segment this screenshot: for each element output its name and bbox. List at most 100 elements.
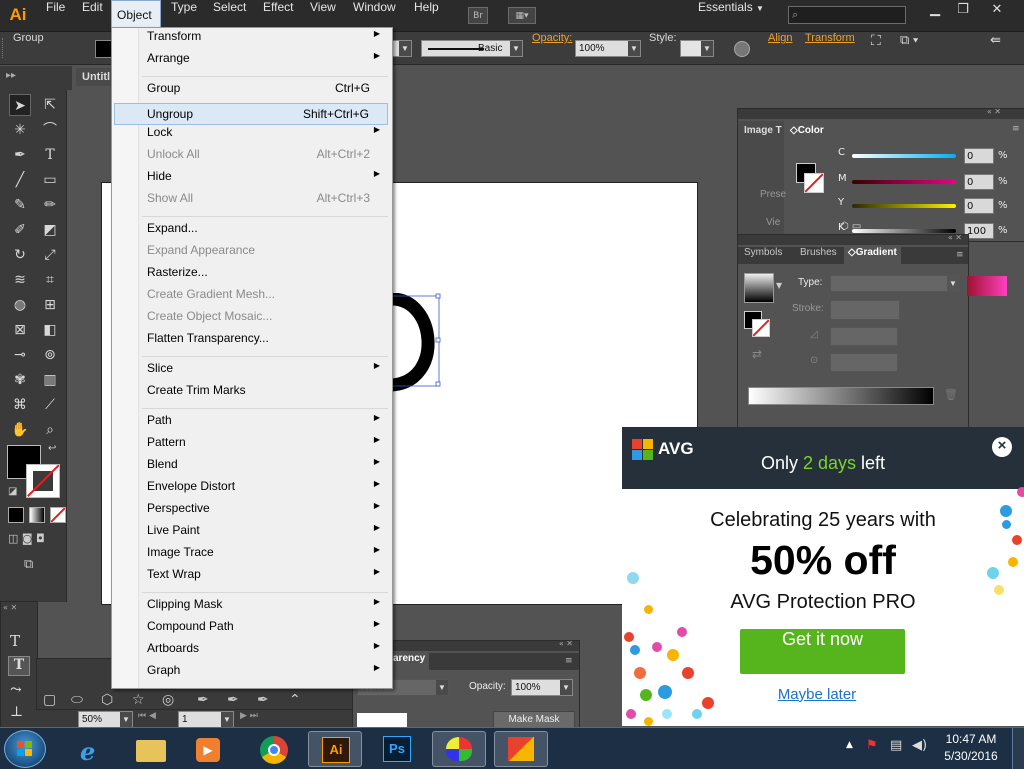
opacity-link[interactable]: Opacity: — [532, 32, 572, 44]
blob-brush-tool-icon[interactable]: ✐ — [9, 219, 31, 241]
menu-item-blend[interactable]: Blend ▶ — [114, 457, 388, 479]
rounded-rectangle-tool-icon[interactable]: ▢ — [43, 692, 56, 708]
gradient-mode-icon[interactable] — [29, 507, 45, 523]
menu-item-perspective[interactable]: Perspective ▶ — [114, 501, 388, 523]
show-hidden-icons[interactable]: ▲ — [846, 740, 853, 750]
blend-tool-icon[interactable]: ⊚ — [39, 344, 61, 366]
hand-tool-icon[interactable]: ✋ — [9, 419, 31, 441]
menu-item-artboards[interactable]: Artboards ▶ — [114, 641, 388, 663]
gradient-thumbnail[interactable] — [744, 273, 774, 303]
opacity-field[interactable]: 100% ▼ — [575, 40, 641, 57]
color-stroke-swatch[interactable] — [804, 173, 824, 193]
rectangle-tool-icon[interactable]: ▭ — [39, 169, 61, 191]
help-search-input[interactable]: ⌕ — [788, 6, 906, 24]
selection-tool-icon[interactable]: ➤ — [9, 94, 31, 116]
direct-selection-tool-icon[interactable]: ⇱ — [39, 94, 61, 116]
artboard-first-prev-icon[interactable]: ⏮ ◀ — [138, 711, 156, 721]
restore-button[interactable]: ❐ — [948, 0, 978, 20]
area-type-tool-icon[interactable]: T — [10, 632, 20, 650]
clock-time[interactable]: 10:47 AM — [936, 732, 1006, 746]
eyedropper-tool-icon[interactable]: ⊸ — [9, 344, 31, 366]
color-panel-tab[interactable]: ◇Color — [786, 123, 826, 138]
bridge-button[interactable]: Br — [468, 7, 488, 24]
clock-date[interactable]: 5/30/2016 — [936, 749, 1006, 763]
magic-wand-tool-icon[interactable]: ✳ — [9, 119, 31, 141]
transform-options-icon[interactable]: ⧉ ▾ — [900, 32, 918, 48]
gradient-panel-menu-icon[interactable]: ≡ — [956, 250, 964, 260]
menu-item-graph[interactable]: Graph ▶ — [114, 663, 388, 685]
add-anchor-point-icon[interactable]: ✒ — [227, 692, 239, 708]
menu-item-transform[interactable]: Transform ▶ — [114, 29, 388, 51]
network-icon[interactable]: ▤ — [890, 738, 902, 753]
channel-m-slider[interactable] — [852, 180, 956, 184]
drawing-modes-icon[interactable]: ◫ ◙ ◘ — [8, 532, 45, 545]
avg-taskbar-icon[interactable] — [494, 731, 548, 767]
menu-item-group[interactable]: Group Ctrl+G — [114, 81, 388, 103]
start-button[interactable] — [4, 730, 46, 768]
menu-item-hide[interactable]: Hide ▶ — [114, 169, 388, 191]
file-explorer-icon[interactable] — [124, 731, 178, 767]
internet-explorer-icon[interactable]: e — [66, 731, 120, 767]
type-on-path-tool-icon[interactable]: T — [8, 656, 30, 676]
menu-item-pattern[interactable]: Pattern ▶ — [114, 435, 388, 457]
gradient-angle-field[interactable] — [830, 327, 898, 346]
photoshop-taskbar-icon[interactable]: Ps — [370, 731, 424, 767]
menu-file[interactable]: File — [41, 0, 70, 31]
pen-add-anchor-icon[interactable]: ✒ — [197, 692, 209, 708]
menu-item-create-trim-marks[interactable]: Create Trim Marks — [114, 383, 388, 405]
get-it-now-button[interactable]: Get it now — [740, 629, 905, 674]
free-transform-tool-icon[interactable]: ⌗ — [39, 269, 61, 291]
gradient-presets-icon[interactable]: ▼ — [776, 281, 782, 290]
rotate-tool-icon[interactable]: ↻ — [9, 244, 31, 266]
color-panel-menu-icon[interactable]: ≡ — [1012, 124, 1020, 134]
shape-builder-tool-icon[interactable]: ◍ — [9, 294, 31, 316]
media-player-icon[interactable]: ▶ — [182, 731, 236, 767]
eraser-tool-icon[interactable]: ◩ — [39, 219, 61, 241]
line-tool-icon[interactable]: ╱ — [9, 169, 31, 191]
menu-item-ungroup[interactable]: Ungroup Shift+Ctrl+G — [114, 103, 388, 125]
polygon-tool-icon[interactable]: ⬡ — [101, 692, 113, 708]
close-window-button[interactable]: ✕ — [982, 0, 1012, 20]
action-center-flag-icon[interactable]: ⚑ — [866, 738, 878, 753]
color-spectrum-strip[interactable] — [967, 276, 1007, 296]
avg-close-button[interactable]: × — [992, 437, 1012, 457]
column-graph-tool-icon[interactable]: ▥ — [39, 369, 61, 391]
arrange-documents-icon[interactable]: ▦▾ — [508, 7, 536, 24]
isolate-group-icon[interactable]: ⛶ — [871, 32, 881, 49]
channel-y-field[interactable]: 0 — [964, 198, 994, 214]
menu-item-path[interactable]: Path ▶ — [114, 413, 388, 435]
star-tool-icon[interactable]: ☆ — [132, 692, 145, 708]
perspective-grid-tool-icon[interactable]: ⊞ — [39, 294, 61, 316]
maybe-later-link[interactable]: Maybe later — [622, 686, 1012, 703]
zoom-tool-icon[interactable]: ⌕ — [39, 419, 61, 441]
delete-anchor-point-icon[interactable]: ✒ — [257, 692, 269, 708]
collapse-icon[interactable]: « ✕ — [3, 603, 17, 612]
lasso-tool-icon[interactable]: ⌒ — [39, 119, 61, 141]
menu-item-live-paint[interactable]: Live Paint ▶ — [114, 523, 388, 545]
type-tool-icon[interactable]: T — [39, 144, 61, 166]
volume-icon[interactable]: ◀) — [912, 738, 927, 753]
recolor-artwork-icon[interactable] — [734, 41, 750, 57]
tab-symbols[interactable]: Symbols — [740, 247, 786, 264]
paintbrush-tool-icon[interactable]: ✎ — [9, 194, 31, 216]
variable-width-profile[interactable]: Basic ▼ — [421, 40, 523, 57]
artboard-next-last-icon[interactable]: ▶ ⏭ — [240, 711, 258, 721]
gradient-stroke-swatch[interactable] — [752, 319, 770, 337]
tab-gradient[interactable]: ◇Gradient — [844, 247, 901, 264]
artboard-number-field[interactable]: 1 ▼ — [178, 711, 234, 728]
channel-k-slider[interactable] — [852, 229, 956, 233]
menu-item-compound-path[interactable]: Compound Path ▶ — [114, 619, 388, 641]
scale-tool-icon[interactable]: ⤢ — [39, 244, 61, 266]
align-link[interactable]: Align — [768, 32, 792, 44]
pencil-tool-icon[interactable]: ✏ — [39, 194, 61, 216]
stroke-gradient-options[interactable] — [830, 300, 900, 320]
color-mode-icon[interactable] — [8, 507, 24, 523]
graphic-style-dropdown[interactable]: ▼ — [680, 40, 714, 57]
channel-c-field[interactable]: 0 — [964, 148, 994, 164]
none-mode-icon[interactable] — [50, 507, 66, 523]
vertical-path-type-icon[interactable]: ⤳ — [10, 682, 22, 698]
selected-artwork[interactable] — [384, 293, 444, 393]
stroke-color-swatch[interactable] — [26, 464, 60, 498]
gradient-tool-icon[interactable]: ◧ — [39, 319, 61, 341]
menu-item-lock[interactable]: Lock ▶ — [114, 125, 388, 147]
